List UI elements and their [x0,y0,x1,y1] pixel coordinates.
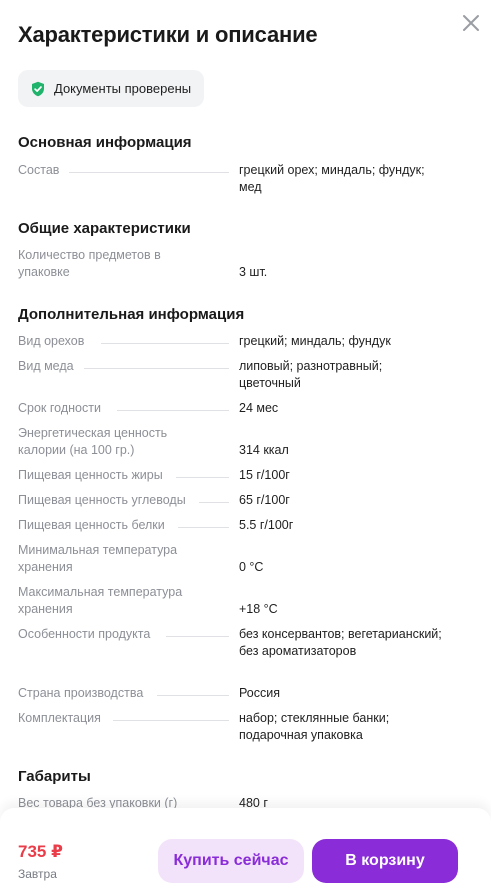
section-title-additional: Дополнительная информация [18,306,245,323]
buy-now-button[interactable]: Купить сейчас [158,839,304,883]
row-value: 3 шт. [239,265,268,279]
row-value: 314 ккал [239,443,289,457]
price: 735 ₽ [18,842,63,861]
row-leader-line [113,720,229,721]
row-value: без консервантов; вегетарианский; без ар… [239,627,442,658]
row-label: Пищевая ценность жиры [18,468,163,482]
row-label: Минимальная температура хранения [18,543,178,574]
row-value: 24 мес [239,401,279,415]
row-leader-line [69,172,229,173]
row-label: Вес товара без упаковки (г) [18,796,178,808]
purchase-footer: 735 ₽ Завтра Купить сейчас В корзину [0,808,491,891]
documents-verified-badge: Документы проверены [18,70,205,107]
row-value: 5.5 г/100г [239,518,294,532]
row-label: Вид орехов [18,334,85,348]
row-label: Количество предметов в упаковке [18,248,161,279]
row-label: Максимальная температура хранения [18,585,183,616]
row-value: грецкий; миндаль; фундук [239,334,391,348]
close-icon[interactable] [458,10,484,36]
row-leader-line [178,527,229,528]
row-value: Россия [239,686,280,700]
section-title-main-info: Основная информация [18,134,192,151]
row-leader-line [199,502,229,503]
row-label: Состав [18,163,60,177]
row-label: Особенности продукта [18,627,151,641]
section-title-dimensions: Габариты [18,768,91,785]
row-value: набор; стеклянные банки; подарочная упак… [239,711,390,742]
row-label: Страна производства [18,686,144,700]
row-label: Пищевая ценность белки [18,518,165,532]
row-leader-line [176,477,229,478]
badge-label: Документы проверены [54,81,192,96]
row-leader-line [84,368,229,369]
row-label: Пищевая ценность углеводы [18,493,186,507]
row-value: 480 г [239,796,268,808]
row-leader-line [117,410,229,411]
row-value: 15 г/100г [239,468,290,482]
row-value: грецкий орех; миндаль; фундук; мед [239,163,425,194]
row-label: Комплектация [18,711,101,725]
page-title: Характеристики и описание [18,22,318,47]
section-title-general: Общие характеристики [18,220,191,237]
row-value: 0 °C [239,560,264,574]
row-value: 65 г/100г [239,493,290,507]
row-label: Энергетическая ценность калории (на 100 … [18,426,168,457]
shield-check-icon [32,81,44,96]
row-leader-line [157,695,229,696]
characteristics-list[interactable]: Основная информация Состав грецкий орех;… [0,120,491,808]
add-to-cart-button[interactable]: В корзину [312,839,458,883]
row-value: липовый; разнотравный; цветочный [239,359,383,390]
delivery-date: Завтра [18,867,57,881]
row-leader-line [101,343,229,344]
row-leader-line [166,636,229,637]
row-label: Вид меда [18,359,74,373]
row-label: Срок годности [18,401,101,415]
row-value: +18 °C [239,602,278,616]
